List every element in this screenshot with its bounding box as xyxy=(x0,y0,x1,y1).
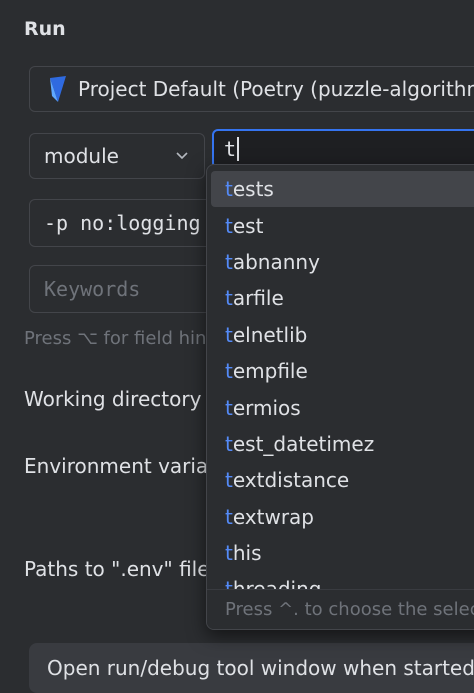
completion-item[interactable]: t elnetlib xyxy=(207,317,474,353)
completion-item-match: t xyxy=(225,286,233,311)
completion-item[interactable]: t extdistance xyxy=(207,462,474,498)
completion-item[interactable]: t arfile xyxy=(207,280,474,316)
poetry-icon xyxy=(50,76,66,102)
completion-item-rest: abnanny xyxy=(232,249,320,274)
completion-item[interactable]: t abnanny xyxy=(207,244,474,280)
module-name-input[interactable]: t xyxy=(212,129,474,169)
completion-item[interactable]: t ests xyxy=(211,171,474,208)
completion-footer: Press ^. to choose the selected item xyxy=(207,589,474,629)
interpreter-select[interactable]: Project Default (Poetry (puzzle-algorith… xyxy=(29,66,474,112)
completion-item-match: t xyxy=(225,359,233,384)
working-directory-label: Working directory xyxy=(24,387,202,411)
interpreter-label: Project Default (Poetry (puzzle-algorith… xyxy=(78,77,474,101)
completion-item-match: t xyxy=(225,468,233,493)
completion-item-rest: arfile xyxy=(232,286,284,311)
completion-popup: t ests t est t abnanny t arfile t elnetlib t empfil… xyxy=(206,164,474,630)
completion-item-rest: extdistance xyxy=(232,468,350,493)
run-type-dropdown[interactable]: module xyxy=(29,133,205,179)
completion-item[interactable]: t extwrap xyxy=(207,499,474,535)
completion-item-rest: ermios xyxy=(232,395,301,420)
completion-item-match: t xyxy=(225,249,233,274)
completion-item-match: t xyxy=(225,541,233,566)
completion-item[interactable]: t est xyxy=(207,207,474,243)
completion-list: t ests t est t abnanny t arfile t elnetlib t empfil… xyxy=(207,171,474,591)
env-files-label: Paths to ".env" file xyxy=(24,557,210,581)
completion-item-rest: ests xyxy=(232,177,274,202)
field-hint-text: Press ⌥ for field hints xyxy=(24,328,223,349)
completion-item-match: t xyxy=(225,504,233,529)
completion-item[interactable]: t his xyxy=(207,535,474,571)
completion-item[interactable]: t est_datetimez xyxy=(207,426,474,462)
completion-item-rest: est_datetimez xyxy=(232,431,375,456)
text-caret xyxy=(237,137,240,161)
completion-item-match: t xyxy=(225,322,233,347)
completion-item-rest: empfile xyxy=(232,359,308,384)
completion-item-match: t xyxy=(225,177,233,202)
completion-item-rest: extwrap xyxy=(232,504,315,529)
completion-item-rest: his xyxy=(232,541,262,566)
section-title: Run xyxy=(24,18,66,40)
keywords-placeholder: Keywords xyxy=(44,277,141,301)
environment-variables-label: Environment varia xyxy=(24,454,209,478)
params-value: -p no:logging xyxy=(44,211,201,235)
completion-item-match: t xyxy=(225,431,233,456)
completion-item-match: t xyxy=(225,213,233,238)
open-tool-window-label: Open run/debug tool window when started xyxy=(47,656,474,680)
completion-item[interactable]: t empfile xyxy=(207,353,474,389)
open-tool-window-option[interactable]: Open run/debug tool window when started xyxy=(29,643,474,693)
completion-item-match: t xyxy=(225,395,233,420)
module-input-value: t xyxy=(224,137,237,161)
completion-item[interactable]: t ermios xyxy=(207,389,474,425)
chevron-down-icon xyxy=(176,152,188,160)
run-type-value: module xyxy=(44,144,119,168)
completion-item-rest: est xyxy=(232,213,264,238)
completion-item-rest: elnetlib xyxy=(232,322,308,347)
